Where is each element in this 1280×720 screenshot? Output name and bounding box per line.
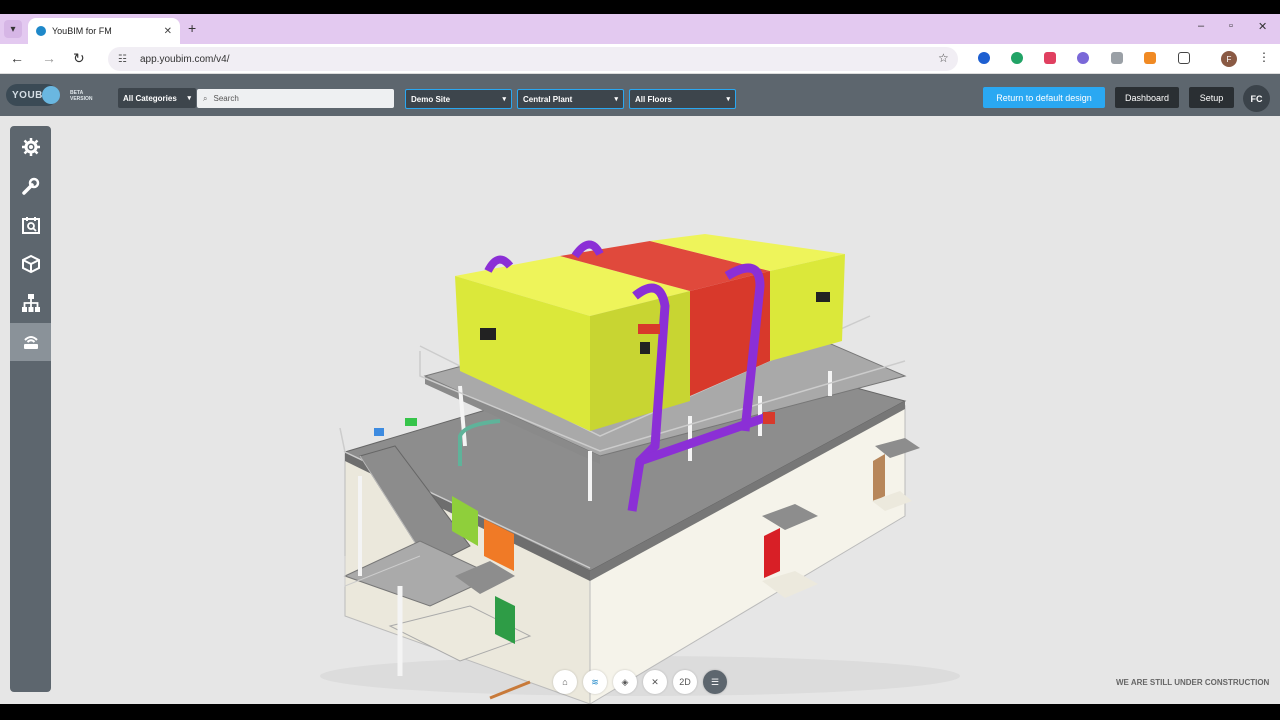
return-default-design-button[interactable]: Return to default design	[983, 87, 1105, 108]
category-select[interactable]: All Categories ▾	[118, 88, 196, 108]
reload-icon[interactable]: ↻	[73, 50, 85, 67]
browser-menu-icon[interactable]: ⋮	[1258, 50, 1270, 64]
screen-bottom-border	[0, 704, 1280, 720]
back-arrow-icon[interactable]: ←	[10, 50, 24, 66]
extension-grammarly-icon[interactable]	[1011, 52, 1023, 64]
sidebar-item-hierarchy[interactable]	[10, 284, 51, 322]
extension-3-icon[interactable]	[1044, 52, 1056, 64]
chevron-down-icon: ▾	[187, 95, 191, 102]
search-placeholder: Search	[213, 94, 239, 103]
explode-icon[interactable]: ✕	[643, 670, 667, 694]
search-input[interactable]: ⌕ Search	[197, 89, 394, 108]
site-select[interactable]: Demo Site ▾	[405, 89, 512, 109]
category-select-value: All Categories	[123, 93, 177, 103]
calendar-search-icon	[21, 217, 40, 234]
youbim-favicon-icon	[36, 26, 46, 36]
site-select-value: Demo Site	[411, 94, 451, 104]
extension-1-icon[interactable]	[978, 52, 990, 64]
sidebar-item-schedule[interactable]	[10, 206, 51, 244]
left-sidebar	[10, 126, 51, 692]
construction-notice: WE ARE STILL UNDER CONSTRUCTION	[1116, 678, 1270, 687]
building-select[interactable]: Central Plant ▾	[517, 89, 624, 109]
setup-button[interactable]: Setup	[1189, 87, 1234, 108]
tab-search-button[interactable]: ▾	[4, 20, 22, 38]
search-icon: ⌕	[203, 93, 208, 103]
hierarchy-icon	[21, 294, 40, 312]
box-icon[interactable]: ◈	[613, 670, 637, 694]
sensor-icon	[23, 336, 38, 349]
dashboard-button[interactable]: Dashboard	[1115, 87, 1179, 108]
tab-strip: ▾ YouBIM for FM ✕ + – ▫ ✕	[0, 14, 1280, 44]
youbim-logo[interactable]: YOUBIM	[6, 84, 60, 106]
home-icon[interactable]: ⌂	[553, 670, 577, 694]
chevron-down-icon: ▾	[614, 96, 618, 103]
floor-select[interactable]: All Floors ▾	[629, 89, 736, 109]
tab-close-icon[interactable]: ✕	[164, 26, 172, 37]
layers-icon[interactable]: ≋	[583, 670, 607, 694]
site-settings-icon[interactable]: ☷	[118, 54, 132, 65]
chevron-down-icon: ▾	[502, 96, 506, 103]
chevron-down-icon: ▾	[726, 96, 730, 103]
bookmark-star-icon[interactable]: ☆	[938, 51, 949, 65]
beta-badge: BETA VERSION	[70, 90, 93, 102]
extension-4-icon[interactable]	[1077, 52, 1089, 64]
address-toolbar: ← → ↻ ☷ app.youbim.com/v4/ ☆ F ⋮	[0, 44, 1280, 74]
beta-line2: VERSION	[70, 96, 93, 102]
extensions-puzzle-icon[interactable]	[1178, 52, 1190, 64]
gear-icon	[21, 138, 40, 156]
building-model[interactable]	[0, 116, 1280, 705]
profile-avatar[interactable]: F	[1221, 51, 1237, 67]
logo-bubble-icon	[42, 86, 60, 104]
sidebar-item-settings[interactable]	[10, 128, 51, 166]
wrench-icon	[21, 177, 39, 195]
url-bar[interactable]: ☷ app.youbim.com/v4/	[108, 47, 958, 71]
camera-extension-icon[interactable]	[1111, 52, 1123, 64]
sidebar-item-sensors[interactable]	[10, 323, 51, 361]
window-close-icon[interactable]: ✕	[1258, 20, 1267, 33]
url-text: app.youbim.com/v4/	[140, 53, 230, 65]
browser-tab[interactable]: YouBIM for FM ✕	[28, 18, 180, 44]
sidebar-item-assets[interactable]	[10, 245, 51, 283]
new-tab-icon[interactable]: +	[188, 20, 196, 36]
user-avatar[interactable]: FC	[1243, 85, 1270, 112]
sidebar-item-maintenance[interactable]	[10, 167, 51, 205]
metamask-extension-icon[interactable]	[1144, 52, 1156, 64]
cube-icon	[21, 254, 40, 274]
restore-icon[interactable]: ▫	[1229, 20, 1233, 32]
forward-arrow-icon[interactable]: →	[42, 50, 56, 66]
screen-top-border	[0, 0, 1280, 14]
minimize-icon[interactable]: –	[1198, 20, 1204, 32]
list-icon[interactable]: ☰	[703, 670, 727, 694]
tab-title: YouBIM for FM	[52, 26, 112, 36]
mode-2d-button[interactable]: 2D	[673, 670, 697, 694]
building-select-value: Central Plant	[523, 94, 573, 104]
browser-window: ▾ YouBIM for FM ✕ + – ▫ ✕ ← → ↻ ☷ app.yo…	[0, 0, 1280, 720]
model-viewport[interactable]	[0, 116, 1280, 705]
floor-select-value: All Floors	[635, 94, 672, 104]
